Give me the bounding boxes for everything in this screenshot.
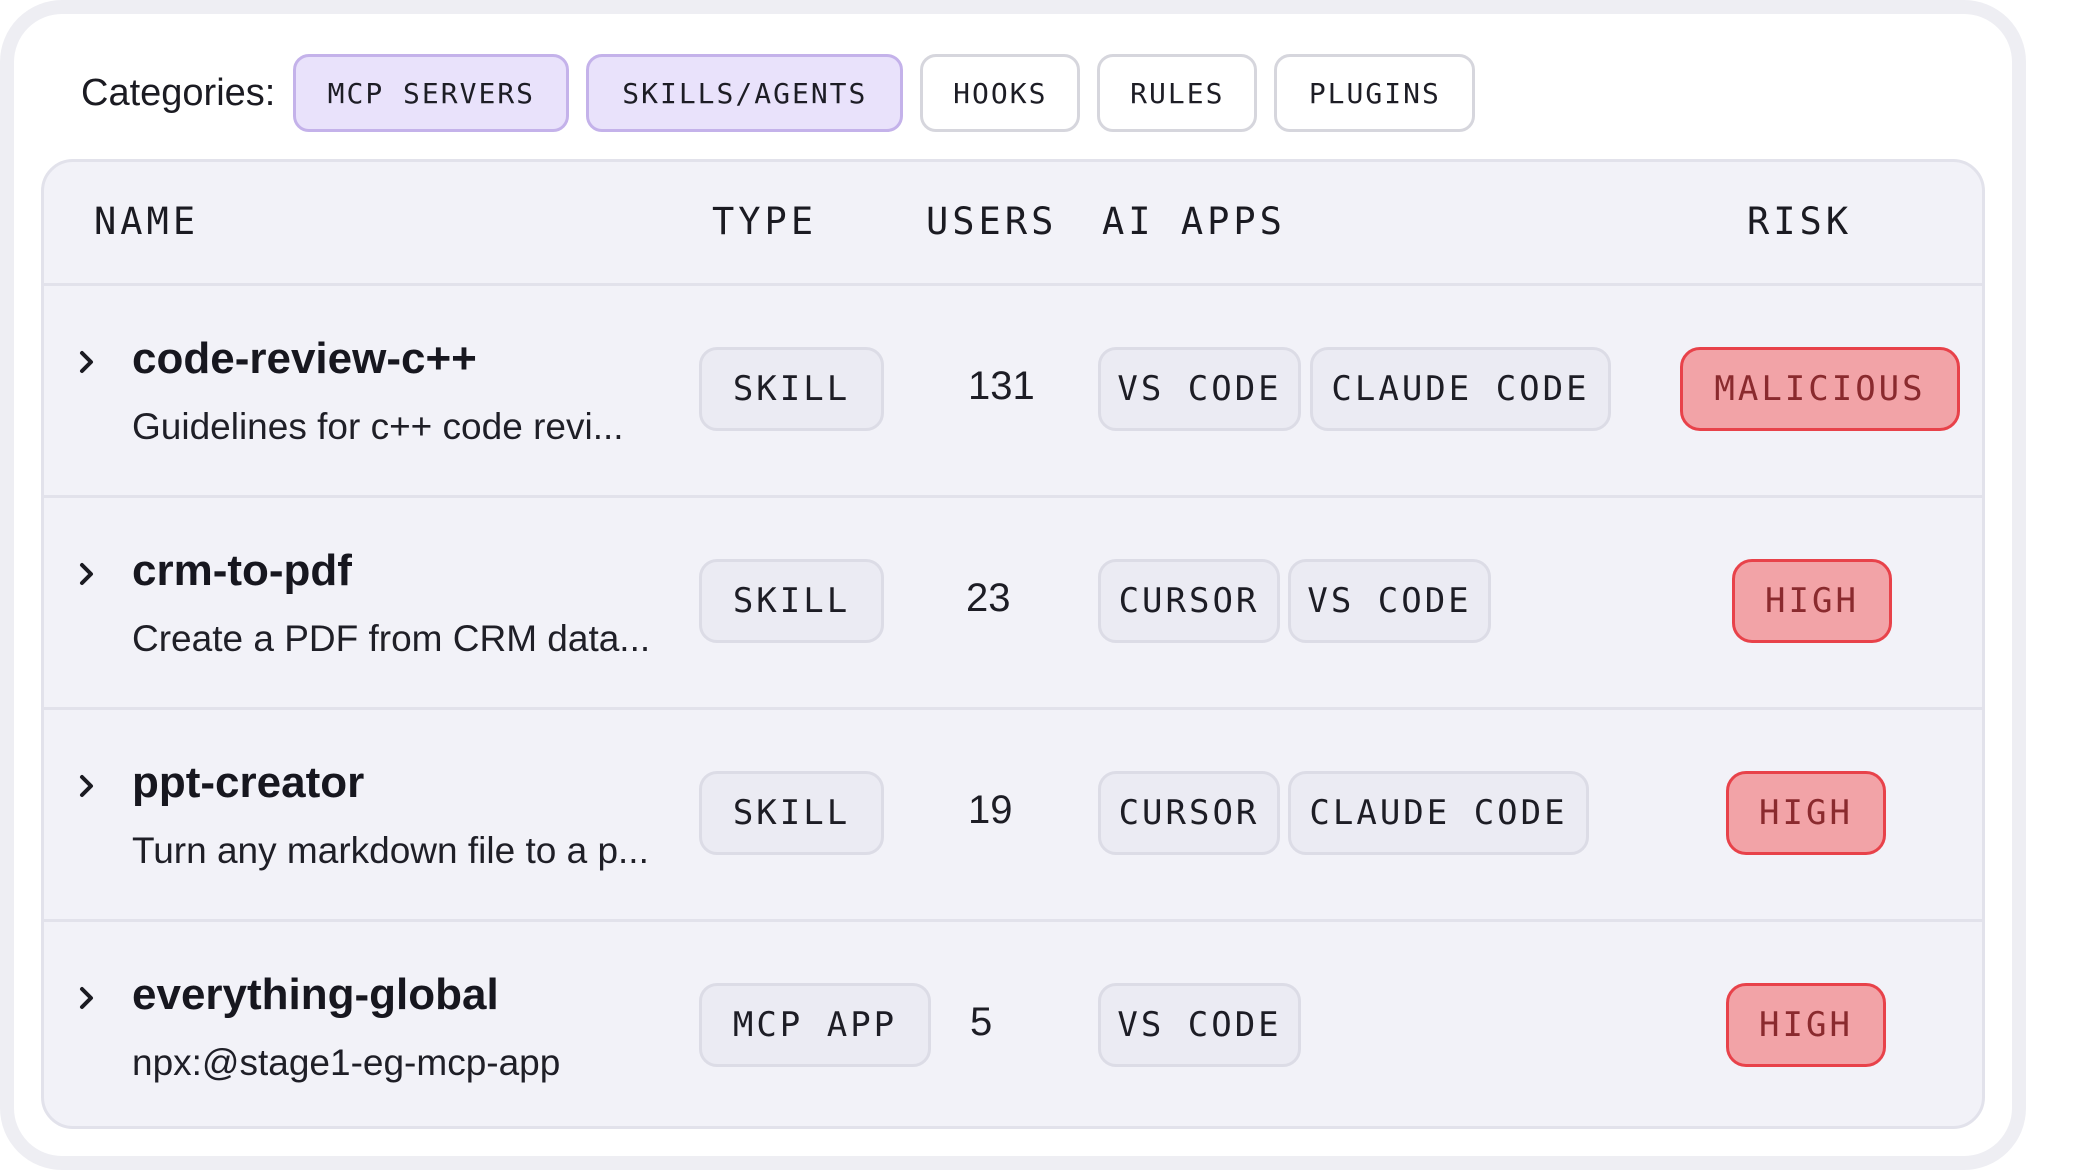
type-badge: SKILL bbox=[699, 559, 884, 643]
app-badge: CLAUDE CODE bbox=[1288, 771, 1589, 855]
users-count: 131 bbox=[968, 364, 1035, 408]
chevron-right-icon[interactable] bbox=[74, 985, 100, 1011]
category-filter-bar: Categories: MCP SERVERS SKILLS/AGENTS HO… bbox=[81, 54, 1492, 132]
column-header-name[interactable]: NAME bbox=[94, 200, 199, 243]
app-badge: CURSOR bbox=[1098, 771, 1280, 855]
type-badge: MCP APP bbox=[699, 983, 931, 1067]
column-header-type[interactable]: TYPE bbox=[712, 200, 817, 243]
risk-badge: HIGH bbox=[1726, 983, 1886, 1067]
type-badge: SKILL bbox=[699, 771, 884, 855]
item-description: Turn any markdown file to a p... bbox=[132, 830, 649, 871]
categories-label: Categories: bbox=[81, 71, 276, 114]
app-badge: CURSOR bbox=[1098, 559, 1280, 643]
risk-badge: HIGH bbox=[1732, 559, 1892, 643]
item-name[interactable]: everything-global bbox=[132, 970, 499, 1020]
table-row[interactable]: code-review-c++ Guidelines for c++ code … bbox=[44, 286, 1982, 498]
chevron-right-icon[interactable] bbox=[74, 561, 100, 587]
filter-chip-plugins[interactable]: PLUGINS bbox=[1274, 54, 1476, 132]
filter-chip-skills-agents[interactable]: SKILLS/AGENTS bbox=[586, 54, 904, 132]
risk-badge: MALICIOUS bbox=[1680, 347, 1960, 431]
item-description: Guidelines for c++ code revi... bbox=[132, 406, 624, 447]
filter-chip-hooks[interactable]: HOOKS bbox=[920, 54, 1081, 132]
filter-chip-rules[interactable]: RULES bbox=[1097, 54, 1258, 132]
item-name[interactable]: code-review-c++ bbox=[132, 334, 477, 384]
risk-badge: HIGH bbox=[1726, 771, 1886, 855]
app-badge: VS CODE bbox=[1288, 559, 1491, 643]
users-count: 19 bbox=[968, 788, 1013, 832]
type-badge: SKILL bbox=[699, 347, 884, 431]
app-badge: CLAUDE CODE bbox=[1310, 347, 1611, 431]
chevron-right-icon[interactable] bbox=[74, 773, 100, 799]
column-header-users[interactable]: USERS bbox=[926, 200, 1057, 243]
users-count: 5 bbox=[970, 1000, 993, 1044]
column-header-ai-apps[interactable]: AI APPS bbox=[1102, 200, 1286, 243]
table-row[interactable]: ppt-creator Turn any markdown file to a … bbox=[44, 710, 1982, 922]
users-count: 23 bbox=[966, 576, 1011, 620]
table-row[interactable]: everything-global npx:@stage1-eg-mcp-app… bbox=[44, 922, 1982, 1126]
chevron-right-icon[interactable] bbox=[74, 349, 100, 375]
app-badge: VS CODE bbox=[1098, 347, 1301, 431]
item-description: Create a PDF from CRM data... bbox=[132, 618, 651, 659]
table-row[interactable]: crm-to-pdf Create a PDF from CRM data...… bbox=[44, 498, 1982, 710]
filter-chip-mcp-servers[interactable]: MCP SERVERS bbox=[293, 54, 570, 132]
column-header-risk[interactable]: RISK bbox=[1747, 200, 1852, 243]
app-badge: VS CODE bbox=[1098, 983, 1301, 1067]
extensions-table: NAME TYPE USERS AI APPS RISK code-review… bbox=[41, 159, 1985, 1129]
item-name[interactable]: ppt-creator bbox=[132, 758, 364, 808]
table-header: NAME TYPE USERS AI APPS RISK bbox=[44, 162, 1982, 286]
item-name[interactable]: crm-to-pdf bbox=[132, 546, 352, 596]
item-description: npx:@stage1-eg-mcp-app bbox=[132, 1042, 561, 1083]
